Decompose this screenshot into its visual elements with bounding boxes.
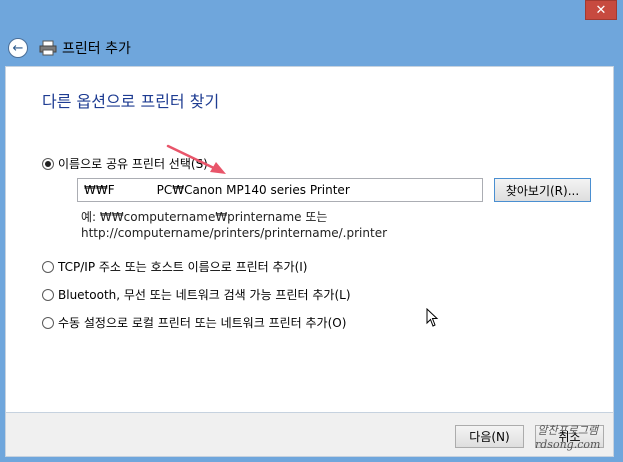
example-text: 예: ₩₩computername₩printername 또는 http://… (81, 209, 387, 241)
radio-local[interactable] (42, 316, 54, 329)
example-line-2: http://computername/printers/printername… (81, 226, 388, 240)
next-button[interactable]: 다음(N) (455, 425, 524, 448)
browse-button[interactable]: 찾아보기(R)... (494, 178, 591, 202)
option-share-name[interactable]: 이름으로 공유 프린터 선택(S) (42, 155, 208, 172)
close-icon: ✕ (595, 2, 607, 18)
header: ← 프린터 추가 (0, 30, 623, 66)
back-arrow-icon: ← (12, 40, 24, 56)
add-printer-window: ✕ ← 프린터 추가 다른 옵션으로 프린터 찾기 이름으로 공유 프린터 선택… (0, 0, 623, 462)
watermark: 알찬프로그램 rdsong.com (535, 424, 600, 452)
option-bluetooth[interactable]: Bluetooth, 무선 또는 네트워크 검색 가능 프린터 추가(L) (42, 286, 351, 303)
radio-share-name[interactable] (42, 157, 54, 170)
content-panel: 다른 옵션으로 프린터 찾기 이름으로 공유 프린터 선택(S) 찾아보기(R)… (5, 66, 614, 413)
close-button[interactable]: ✕ (585, 0, 617, 20)
example-line-1: 예: ₩₩computername₩printername 또는 (81, 210, 328, 224)
footer-bar: 다음(N) 취소 (5, 413, 614, 457)
option-bluetooth-label: Bluetooth, 무선 또는 네트워크 검색 가능 프린터 추가(L) (58, 288, 351, 302)
share-printer-input[interactable] (77, 178, 483, 202)
option-share-name-label: 이름으로 공유 프린터 선택(S) (58, 157, 208, 171)
printer-icon (39, 40, 57, 56)
window-title: 프린터 추가 (62, 41, 131, 57)
watermark-line-2: rdsong.com (535, 438, 601, 451)
watermark-line-1: 알찬프로그램 (537, 424, 599, 437)
page-heading: 다른 옵션으로 프린터 찾기 (42, 92, 220, 111)
radio-bluetooth[interactable] (42, 288, 54, 301)
back-button[interactable]: ← (8, 38, 28, 58)
mouse-cursor-icon (426, 308, 439, 327)
next-button-label: 다음(N) (469, 430, 510, 444)
option-local-label: 수동 설정으로 로컬 프린터 또는 네트워크 프린터 추가(O) (58, 316, 347, 330)
option-tcpip[interactable]: TCP/IP 주소 또는 호스트 이름으로 프린터 추가(I) (42, 258, 308, 275)
browse-button-label: 찾아보기(R)... (505, 183, 580, 198)
option-tcpip-label: TCP/IP 주소 또는 호스트 이름으로 프린터 추가(I) (58, 260, 308, 274)
radio-tcpip[interactable] (42, 260, 54, 273)
option-local[interactable]: 수동 설정으로 로컬 프린터 또는 네트워크 프린터 추가(O) (42, 314, 346, 331)
